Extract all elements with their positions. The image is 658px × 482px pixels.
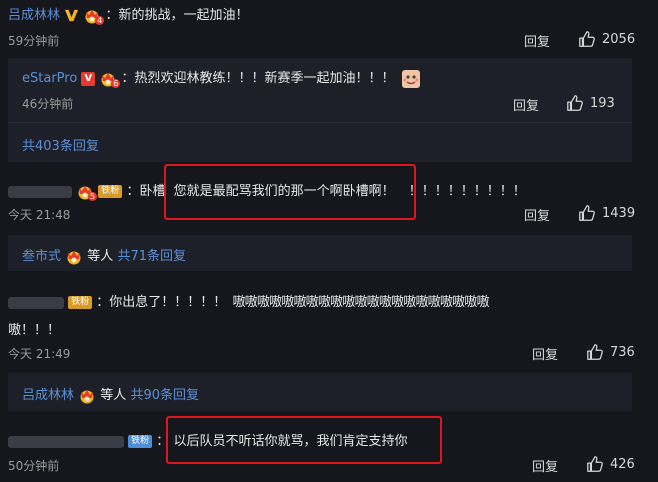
reply-button[interactable]: 回复	[532, 456, 558, 475]
blurred-username	[8, 435, 124, 448]
level-crown-icon	[65, 249, 83, 265]
comment-3: 铁粉 ：你出息了！！！！！ 嗷嗷嗷嗷嗷嗷嗷嗷嗷嗷嗷嗷嗷嗷嗷嗷嗷嗷嗷嗷嗷 嗷！！！…	[0, 284, 658, 364]
thumbs-up-icon	[566, 94, 584, 112]
sub-reply-text: ：热烈欢迎林教练！！！新赛季一起加油！！！	[121, 71, 395, 86]
like-button[interactable]: 736	[586, 343, 635, 361]
comment-time: 50分钟前	[8, 459, 60, 473]
level-number: 4	[95, 15, 105, 25]
like-button[interactable]: 193	[566, 94, 615, 112]
divider	[8, 122, 632, 123]
verified-v-badge-icon: V	[81, 71, 96, 86]
comment-time: 59分钟前	[8, 34, 60, 48]
reply-button[interactable]: 回复	[524, 205, 550, 224]
fan-badge: 铁粉	[68, 296, 93, 309]
comment-text-cont: 嗷嗷嗷嗷嗷嗷嗷嗷嗷嗷嗷嗷嗷嗷嗷嗷嗷嗷嗷嗷嗷	[232, 295, 489, 310]
level-crown-icon: 6	[99, 71, 121, 88]
like-count: 193	[590, 95, 615, 111]
like-button[interactable]: 2056	[578, 30, 635, 48]
comment-text-prefix: ：卧槽	[126, 184, 166, 199]
like-count: 426	[610, 456, 635, 472]
thumbs-up-icon	[586, 343, 604, 361]
sub-reply-summary: 吕成林林 等人 共90条回复	[8, 373, 632, 411]
comment-3-header: 铁粉 ：你出息了！！！！！ 嗷嗷嗷嗷嗷嗷嗷嗷嗷嗷嗷嗷嗷嗷嗷嗷嗷嗷嗷嗷嗷	[8, 291, 608, 310]
like-count: 736	[610, 344, 635, 360]
highlight-box	[166, 416, 442, 464]
level-number: 5	[88, 191, 98, 201]
sub-reply-panel: eStarPro V 6 ：热烈欢迎林教练！！！新赛季一起加油！！！ 46分钟前…	[8, 58, 632, 162]
like-count: 2056	[602, 31, 636, 47]
blurred-username	[8, 296, 64, 309]
comment-author[interactable]: 吕成林林	[8, 8, 60, 23]
like-button[interactable]: 426	[586, 455, 635, 473]
fan-badge: 铁粉	[98, 185, 123, 198]
comment-text-suffix: ！！！！！！！！！	[408, 184, 526, 199]
comment-1-header: 吕成林林 4 ：新的挑战，一起加油！	[8, 4, 249, 25]
comment-text-line2: 嗷！！！	[8, 323, 61, 338]
thumbs-up-icon	[586, 455, 604, 473]
reply-button[interactable]: 回复	[524, 31, 550, 50]
etc-label: 等人	[100, 388, 127, 403]
verified-v-icon	[65, 9, 79, 22]
comment-time: 今天 21:48	[8, 208, 71, 222]
sub-reply-author[interactable]: 吕成林林	[22, 388, 74, 403]
more-replies-link[interactable]: 共71条回复	[117, 249, 186, 264]
sub-reply-author[interactable]: 叁市式	[22, 249, 61, 264]
level-crown-icon: 5	[76, 184, 98, 201]
level-crown-icon	[78, 388, 96, 404]
more-replies-link[interactable]: 共90条回复	[130, 388, 199, 403]
comment-text: ：新的挑战，一起加油！	[105, 8, 249, 23]
fan-badge: 铁粉	[128, 435, 153, 448]
level-number: 6	[111, 78, 121, 88]
thumbs-up-icon	[578, 30, 596, 48]
etc-label: 等人	[87, 249, 114, 264]
reply-button[interactable]: 回复	[513, 95, 539, 114]
level-crown-icon: 4	[83, 8, 105, 25]
like-button[interactable]: 1439	[578, 204, 635, 222]
sub-reply-time: 46分钟前	[22, 97, 74, 111]
reply-button[interactable]: 回复	[532, 344, 558, 363]
more-replies-link[interactable]: 共403条回复	[22, 135, 99, 154]
blurred-username	[8, 185, 72, 198]
highlight-box	[164, 164, 416, 220]
sub-reply-author[interactable]: eStarPro	[22, 71, 77, 86]
comment-text: ：你出息了！！！！！	[96, 295, 227, 310]
comment-time: 今天 21:49	[8, 347, 71, 361]
like-count: 1439	[602, 205, 636, 221]
thumbs-up-icon	[578, 204, 596, 222]
sub-reply-summary: 叁市式 等人 共71条回复	[8, 235, 632, 271]
emoji-sticker-icon	[401, 69, 420, 88]
sub-reply-header: eStarPro V 6 ：热烈欢迎林教练！！！新赛季一起加油！！！	[22, 67, 421, 89]
comment-1: 吕成林林 4 ：新的挑战，一起加油！ 59分钟前 回复 2056	[0, 0, 658, 56]
